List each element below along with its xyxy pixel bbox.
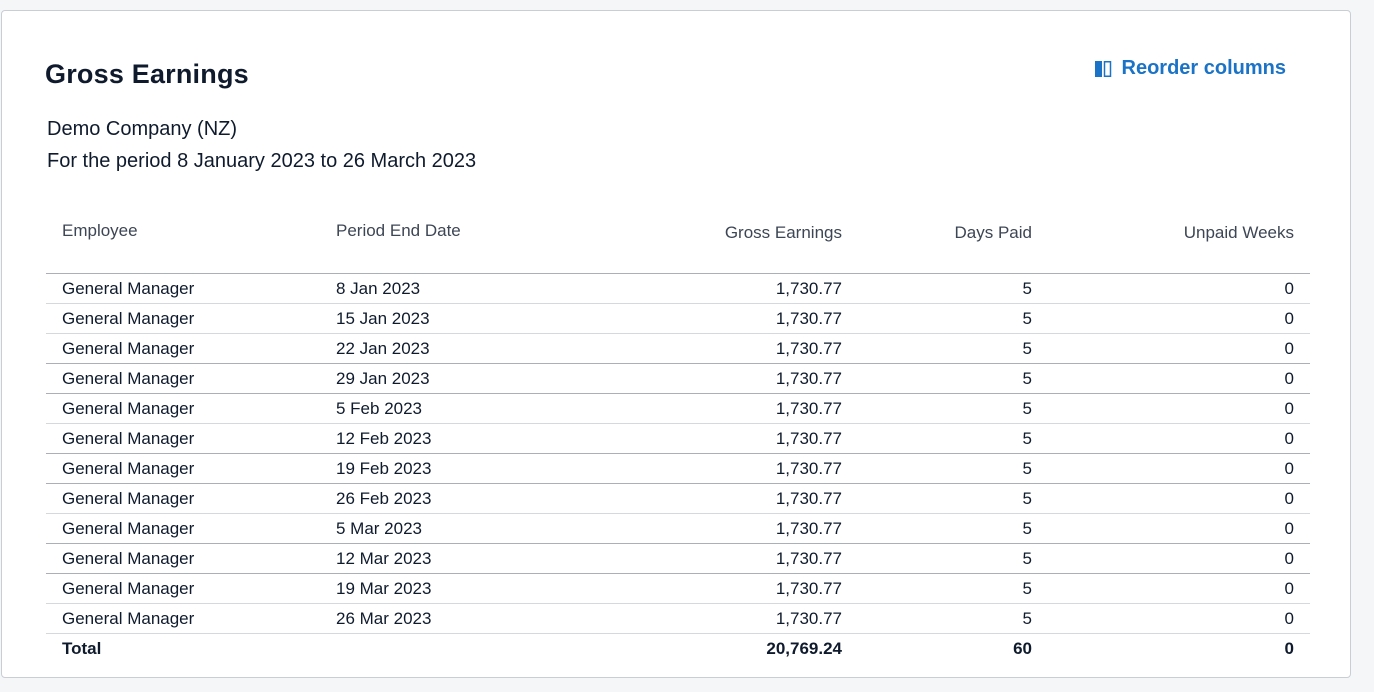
gross-earnings-cell: 1,730.77	[570, 453, 858, 484]
reorder-columns-icon	[1094, 60, 1112, 78]
employee-cell: General Manager	[46, 273, 320, 304]
unpaid-weeks-cell: 0	[1048, 363, 1310, 394]
unpaid-weeks-cell: 0	[1048, 423, 1310, 454]
employee-cell: General Manager	[46, 363, 320, 394]
period-end-date-cell: 15 Jan 2023	[320, 303, 570, 334]
period-end-date-cell: 19 Feb 2023	[320, 453, 570, 484]
days-paid-cell: 5	[858, 363, 1048, 394]
table-row: General Manager 19 Feb 2023 1,730.77 5 0	[46, 453, 1310, 484]
column-header-days-paid[interactable]: Days Paid	[858, 211, 1048, 274]
total-date-cell	[320, 633, 570, 663]
gross-earnings-cell: 1,730.77	[570, 393, 858, 424]
unpaid-weeks-cell: 0	[1048, 453, 1310, 484]
table-row: General Manager 8 Jan 2023 1,730.77 5 0	[46, 273, 1310, 304]
unpaid-weeks-cell: 0	[1048, 273, 1310, 304]
table-row: General Manager 26 Mar 2023 1,730.77 5 0	[46, 603, 1310, 634]
gross-earnings-cell: 1,730.77	[570, 483, 858, 514]
column-header-period-end-date[interactable]: Period End Date	[320, 211, 570, 274]
column-header-unpaid-weeks[interactable]: Unpaid Weeks	[1048, 211, 1310, 274]
gross-earnings-cell: 1,730.77	[570, 543, 858, 574]
table-row: General Manager 26 Feb 2023 1,730.77 5 0	[46, 483, 1310, 514]
unpaid-weeks-cell: 0	[1048, 603, 1310, 634]
table-row: General Manager 29 Jan 2023 1,730.77 5 0	[46, 363, 1310, 394]
employee-cell: General Manager	[46, 303, 320, 334]
unpaid-weeks-cell: 0	[1048, 573, 1310, 604]
period-end-date-cell: 26 Feb 2023	[320, 483, 570, 514]
report-period: For the period 8 January 2023 to 26 Marc…	[47, 150, 477, 172]
days-paid-cell: 5	[858, 333, 1048, 364]
days-paid-cell: 5	[858, 303, 1048, 334]
table-row: General Manager 5 Mar 2023 1,730.77 5 0	[46, 513, 1310, 544]
table-body: General Manager 8 Jan 2023 1,730.77 5 0 Gener…	[46, 273, 1310, 634]
gross-earnings-cell: 1,730.77	[570, 303, 858, 334]
period-end-date-cell: 5 Mar 2023	[320, 513, 570, 544]
days-paid-cell: 5	[858, 543, 1048, 574]
company-name: Demo Company (NZ)	[47, 118, 238, 140]
column-header-gross-earnings[interactable]: Gross Earnings	[570, 211, 858, 274]
table-row: General Manager 12 Mar 2023 1,730.77 5 0	[46, 543, 1310, 574]
days-paid-cell: 5	[858, 483, 1048, 514]
report-card: Gross Earnings Reorder columns Demo Comp…	[1, 10, 1351, 678]
total-unpaid-weeks: 0	[1048, 633, 1310, 663]
days-paid-cell: 5	[858, 423, 1048, 454]
period-end-date-cell: 29 Jan 2023	[320, 363, 570, 394]
employee-cell: General Manager	[46, 573, 320, 604]
days-paid-cell: 5	[858, 273, 1048, 304]
gross-earnings-cell: 1,730.77	[570, 333, 858, 364]
period-end-date-cell: 8 Jan 2023	[320, 273, 570, 304]
reorder-columns-button[interactable]: Reorder columns	[1094, 57, 1286, 80]
gross-earnings-cell: 1,730.77	[570, 573, 858, 604]
employee-cell: General Manager	[46, 453, 320, 484]
table-row: General Manager 19 Mar 2023 1,730.77 5 0	[46, 573, 1310, 604]
period-end-date-cell: 5 Feb 2023	[320, 393, 570, 424]
gross-earnings-cell: 1,730.77	[570, 423, 858, 454]
period-end-date-cell: 26 Mar 2023	[320, 603, 570, 634]
employee-cell: General Manager	[46, 543, 320, 574]
employee-cell: General Manager	[46, 483, 320, 514]
gross-earnings-cell: 1,730.77	[570, 603, 858, 634]
unpaid-weeks-cell: 0	[1048, 333, 1310, 364]
table-row: General Manager 15 Jan 2023 1,730.77 5 0	[46, 303, 1310, 334]
reorder-columns-label: Reorder columns	[1121, 57, 1286, 79]
employee-cell: General Manager	[46, 393, 320, 424]
table-row: General Manager 22 Jan 2023 1,730.77 5 0	[46, 333, 1310, 364]
employee-cell: General Manager	[46, 603, 320, 634]
gross-earnings-cell: 1,730.77	[570, 513, 858, 544]
employee-cell: General Manager	[46, 513, 320, 544]
total-days-paid: 60	[858, 633, 1048, 663]
period-end-date-cell: 22 Jan 2023	[320, 333, 570, 364]
days-paid-cell: 5	[858, 573, 1048, 604]
unpaid-weeks-cell: 0	[1048, 483, 1310, 514]
gross-earnings-cell: 1,730.77	[570, 363, 858, 394]
period-end-date-cell: 12 Mar 2023	[320, 543, 570, 574]
unpaid-weeks-cell: 0	[1048, 303, 1310, 334]
unpaid-weeks-cell: 0	[1048, 393, 1310, 424]
days-paid-cell: 5	[858, 393, 1048, 424]
page-title: Gross Earnings	[45, 59, 249, 89]
column-header-employee[interactable]: Employee	[46, 211, 320, 274]
table-row: General Manager 5 Feb 2023 1,730.77 5 0	[46, 393, 1310, 424]
total-row: Total 20,769.24 60 0	[46, 633, 1310, 663]
period-end-date-cell: 12 Feb 2023	[320, 423, 570, 454]
employee-cell: General Manager	[46, 333, 320, 364]
unpaid-weeks-cell: 0	[1048, 543, 1310, 574]
total-gross-earnings: 20,769.24	[570, 633, 858, 663]
table-header-row: Employee Period End Date Gross Earnings …	[46, 211, 1310, 274]
gross-earnings-table: Employee Period End Date Gross Earnings …	[46, 211, 1310, 663]
total-label: Total	[46, 633, 320, 663]
days-paid-cell: 5	[858, 603, 1048, 634]
unpaid-weeks-cell: 0	[1048, 513, 1310, 544]
gross-earnings-cell: 1,730.77	[570, 273, 858, 304]
employee-cell: General Manager	[46, 423, 320, 454]
period-end-date-cell: 19 Mar 2023	[320, 573, 570, 604]
days-paid-cell: 5	[858, 513, 1048, 544]
days-paid-cell: 5	[858, 453, 1048, 484]
table-row: General Manager 12 Feb 2023 1,730.77 5 0	[46, 423, 1310, 454]
